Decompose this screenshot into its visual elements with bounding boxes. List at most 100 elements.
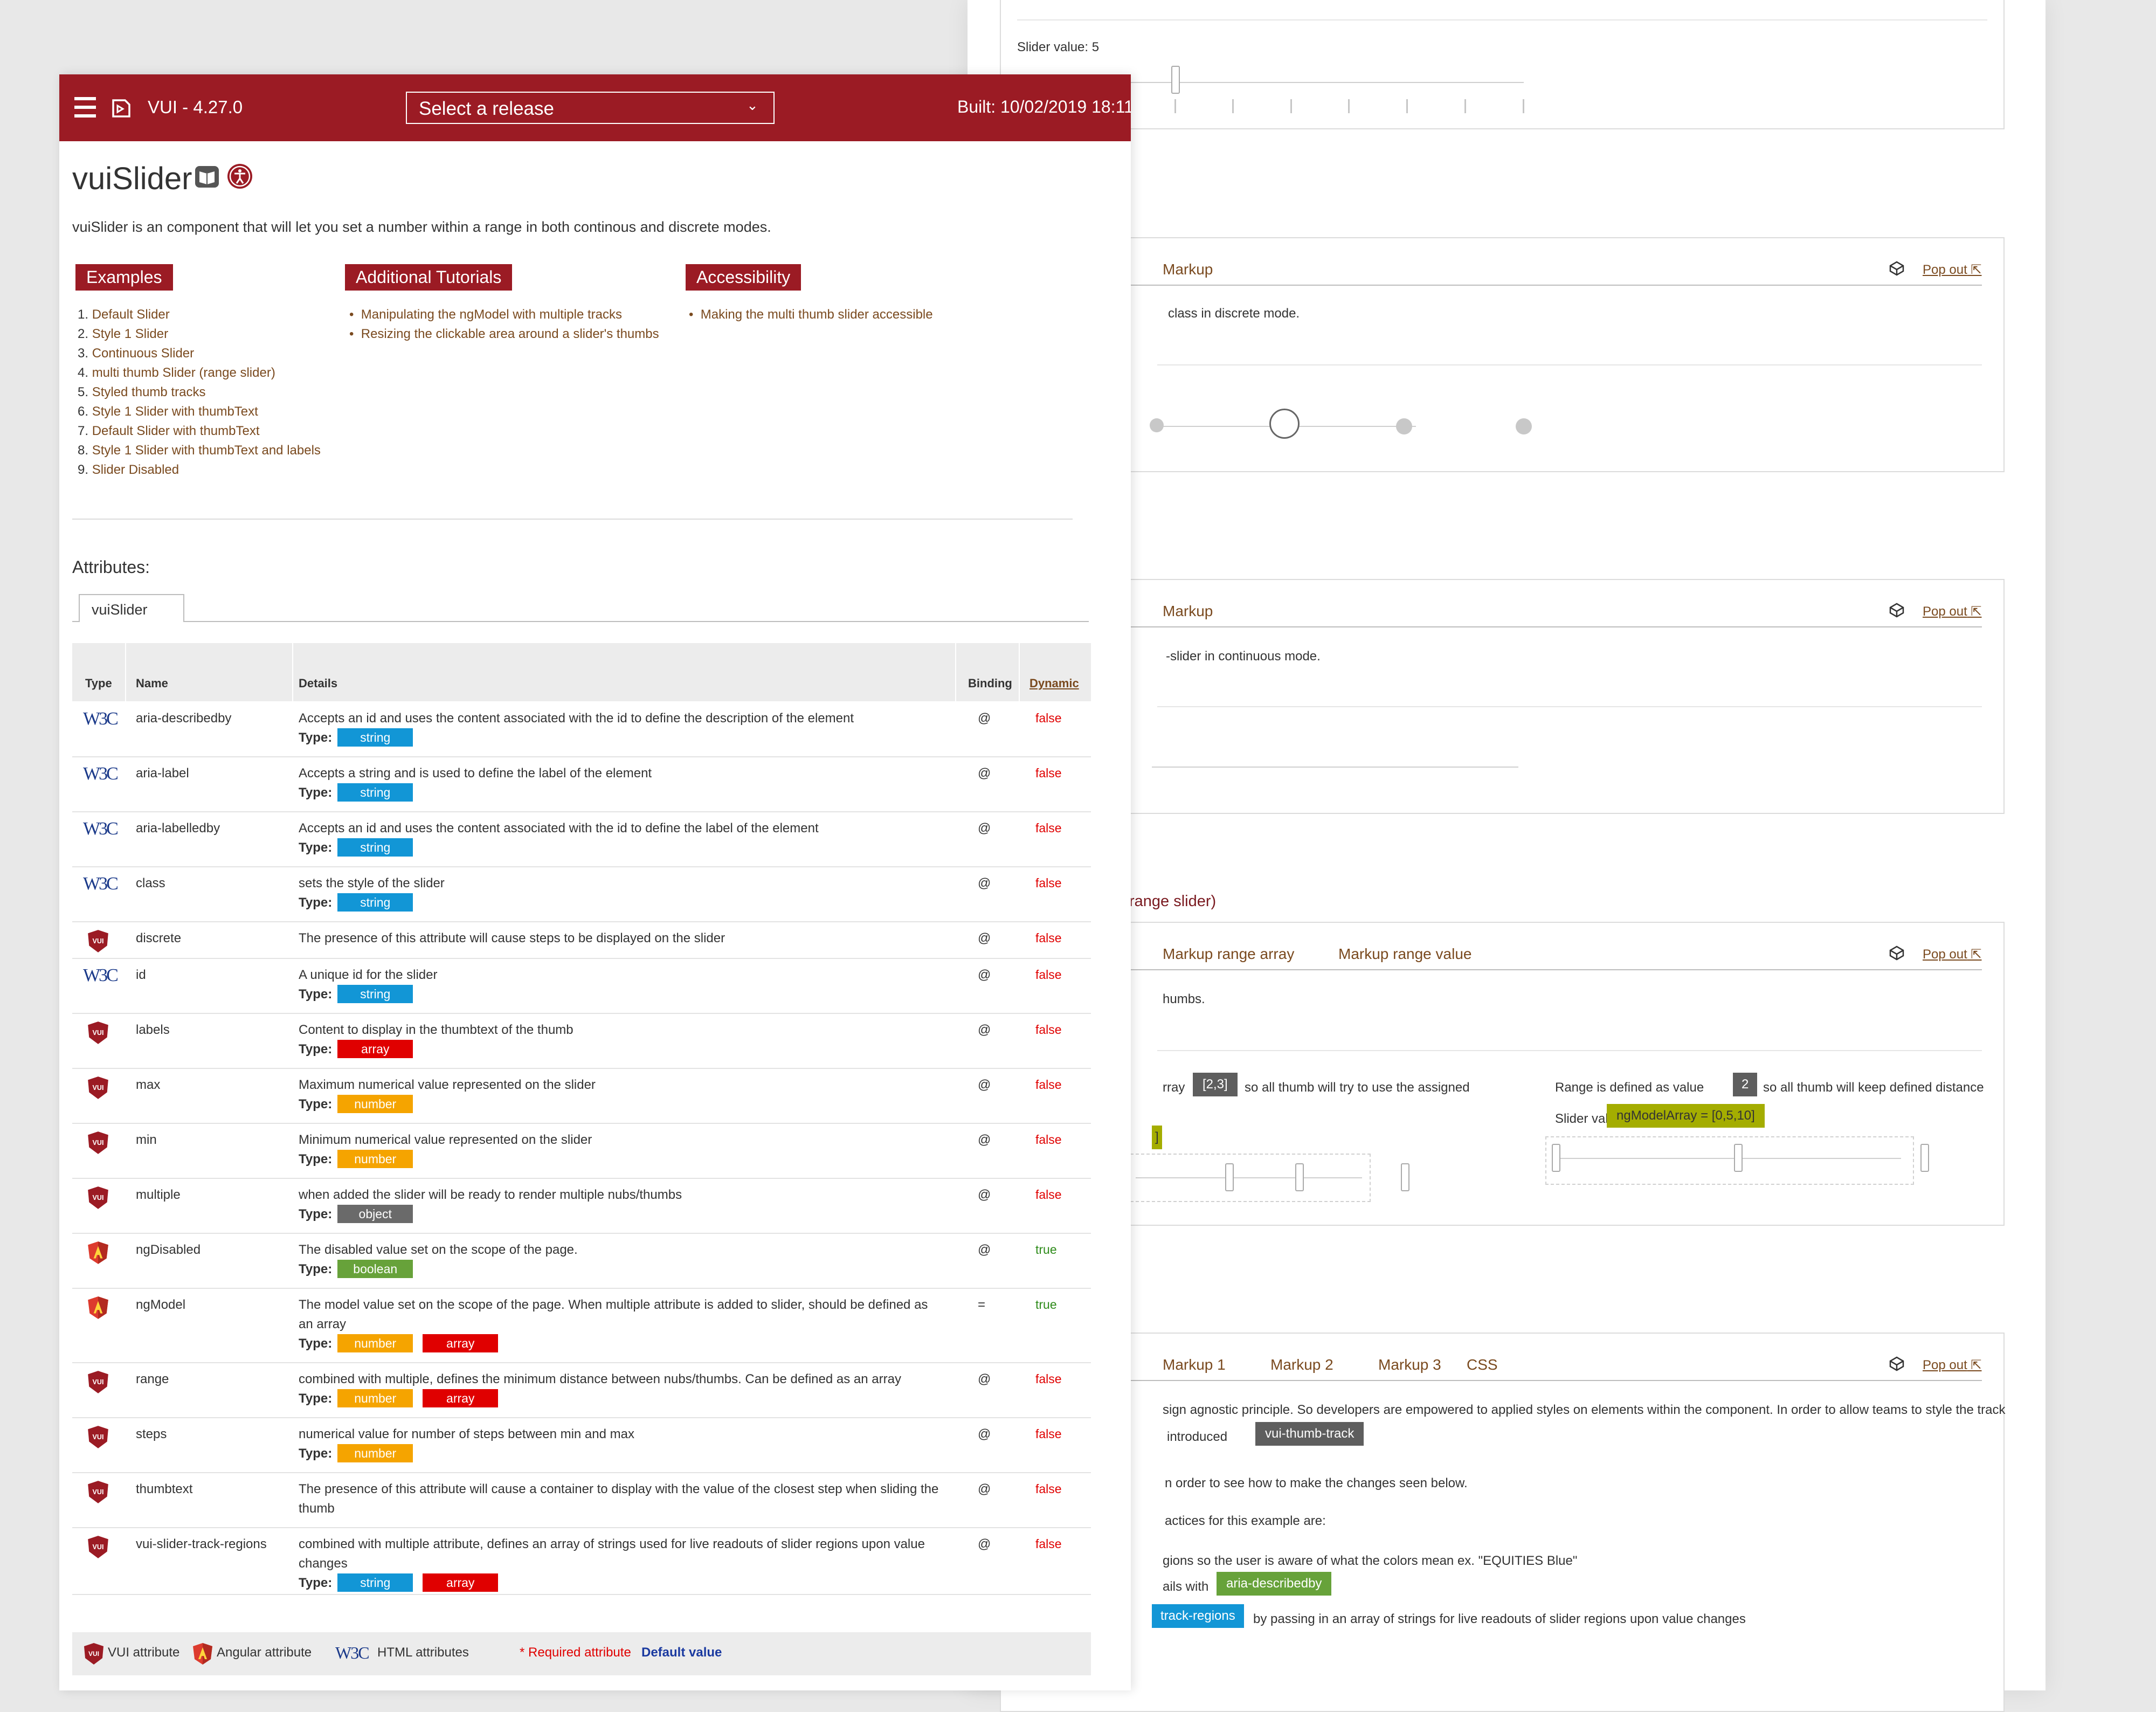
dynamic-value: false <box>1035 968 1062 982</box>
type-badge: number <box>337 1095 413 1113</box>
popout-link[interactable]: Pop out ⇱ <box>1923 947 1982 962</box>
column-header-type: Type <box>85 676 112 690</box>
dynamic-value: false <box>1035 1023 1062 1037</box>
attribute-name: range <box>136 1372 169 1386</box>
table-row: ngModel The model value set on the scope … <box>72 1288 1091 1363</box>
slider-thumb[interactable] <box>1734 1144 1743 1172</box>
release-select[interactable]: Select a release ⌄ <box>406 92 775 124</box>
tab-markup-3[interactable]: Markup 3 <box>1378 1356 1441 1373</box>
list-item[interactable]: 4. multi thumb Slider (range slider) <box>78 363 321 383</box>
attribute-name: steps <box>136 1427 167 1441</box>
type-badge: boolean <box>337 1260 413 1278</box>
type-label: Type: <box>299 1097 333 1112</box>
dynamic-value: true <box>1035 1242 1057 1257</box>
tab-markup-2[interactable]: Markup 2 <box>1270 1356 1333 1373</box>
binding-value: @ <box>978 1427 991 1441</box>
binding-value: @ <box>978 821 991 836</box>
attribute-description: The model value set on the scope of the … <box>299 1297 928 1331</box>
svg-text:VUI: VUI <box>93 937 104 945</box>
attributes-label: Attributes: <box>72 557 150 577</box>
styled-thumb-tracks-panel: Markup 1 Markup 2 Markup 3 CSS Pop out ⇱… <box>1000 1333 2006 1712</box>
dynamic-value: true <box>1035 1297 1057 1311</box>
list-item[interactable]: 9. Slider Disabled <box>78 460 321 480</box>
tab-css[interactable]: CSS <box>1467 1356 1498 1373</box>
popout-link[interactable]: Pop out ⇱ <box>1923 262 1982 278</box>
slider-thumb[interactable] <box>1225 1163 1234 1191</box>
list-item[interactable]: 1. Default Slider <box>78 305 321 325</box>
attribute-types: Type: string <box>299 893 945 913</box>
doc-window: VUI - 4.27.0 Select a release ⌄ Built: 1… <box>59 74 1131 1690</box>
tab-vuislider[interactable]: vuiSlider <box>79 594 184 622</box>
slider-thumb[interactable] <box>1269 409 1300 439</box>
table-row: VUI vui-slider-track-regions combined with… <box>72 1527 1091 1595</box>
codepen-icon[interactable] <box>1889 261 1904 276</box>
slider-thumb[interactable] <box>1171 66 1180 94</box>
binding-value: @ <box>978 1242 991 1257</box>
type-label: Type: <box>299 1262 333 1276</box>
vui-icon: VUI <box>83 1130 114 1154</box>
dynamic-value: false <box>1035 1482 1062 1496</box>
attribute-name: max <box>136 1078 161 1092</box>
table-row: W3C class sets the style of the slider Type… <box>72 866 1091 922</box>
reader-icon[interactable] <box>194 165 220 189</box>
range-value-text: Range is defined as value <box>1555 1080 1704 1095</box>
top-navbar: VUI - 4.27.0 Select a release ⌄ Built: 1… <box>59 74 1131 141</box>
attribute-details: Accepts an id and uses the content assoc… <box>299 819 945 858</box>
list-item[interactable]: 6. Style 1 Slider with thumbText <box>78 402 321 422</box>
slider-thumb[interactable] <box>1552 1144 1560 1172</box>
slider-track <box>1152 767 1518 768</box>
list-item[interactable]: 2. Style 1 Slider <box>78 325 321 344</box>
tab-markup[interactable]: Markup <box>1163 261 1213 278</box>
list-item[interactable]: 3. Continuous Slider <box>78 344 321 363</box>
list-item[interactable]: • Resizing the clickable area around a s… <box>349 325 659 344</box>
type-label: Type: <box>299 1391 333 1406</box>
attribute-details: Accepts a string and is used to define t… <box>299 764 945 803</box>
legend-required: * Required attribute <box>520 1645 631 1660</box>
codepen-icon[interactable] <box>1889 945 1904 961</box>
accessibility-icon[interactable] <box>226 163 253 190</box>
table-row: W3C aria-labelledby Accepts an id and uses… <box>72 811 1091 867</box>
dynamic-value: false <box>1035 821 1062 835</box>
attribute-details: Minimum numerical value represented on t… <box>299 1130 945 1169</box>
table-row: VUI range combined with multiple, defines … <box>72 1362 1091 1418</box>
list-item[interactable]: • Manipulating the ngModel with multiple… <box>349 305 659 325</box>
tab-markup-range-value[interactable]: Markup range value <box>1338 945 1471 963</box>
attribute-description: Content to display in the thumbtext of t… <box>299 1023 573 1037</box>
list-item[interactable]: 5. Styled thumb tracks <box>78 383 321 402</box>
legend-vui: VUI attribute <box>108 1645 180 1660</box>
range-value-badge: 2 <box>1733 1073 1758 1096</box>
codepen-icon[interactable] <box>1889 603 1904 618</box>
tab-markup[interactable]: Markup <box>1163 603 1213 620</box>
attribute-types: Type: string <box>299 728 945 748</box>
tab-markup-1[interactable]: Markup 1 <box>1163 1356 1226 1373</box>
table-header: Type Name Details Binding Dynamic <box>72 643 1091 701</box>
slider-thumb[interactable] <box>1920 1144 1929 1172</box>
slider-thumb[interactable] <box>1401 1163 1409 1191</box>
binding-value: = <box>978 1297 986 1312</box>
list-item[interactable]: 7. Default Slider with thumbText <box>78 422 321 441</box>
chevron-down-icon: ⌄ <box>747 97 758 113</box>
description-line: sign agnostic principle. So developers a… <box>1163 1403 2006 1417</box>
list-item[interactable]: 8. Style 1 Slider with thumbText and lab… <box>78 441 321 460</box>
list-item[interactable]: • Making the multi thumb slider accessib… <box>689 305 933 325</box>
description-line: ails with <box>1163 1579 1209 1594</box>
svg-text:VUI: VUI <box>93 1029 104 1037</box>
w3c-attribute-icon: W3C <box>335 1643 370 1662</box>
slider-value-badge: ngModelArray = [0,5,10] <box>1607 1104 1765 1128</box>
attribute-types: Type: array <box>299 1040 945 1059</box>
binding-value: @ <box>978 1188 991 1202</box>
codepen-icon[interactable] <box>1889 1356 1904 1371</box>
table-row: VUI discrete The presence of this attribut… <box>72 921 1091 959</box>
attribute-name: class <box>136 876 165 890</box>
popout-link[interactable]: Pop out ⇱ <box>1923 604 1982 619</box>
angular-attribute-icon <box>193 1643 212 1665</box>
slider-thumb[interactable] <box>1295 1163 1304 1191</box>
popout-link[interactable]: Pop out ⇱ <box>1923 1357 1982 1373</box>
dynamic-value: false <box>1035 1537 1062 1551</box>
column-header-dynamic[interactable]: Dynamic <box>1029 676 1079 691</box>
binding-value: @ <box>978 711 991 726</box>
legend-default: Default value <box>641 1645 722 1660</box>
tab-markup-range-array[interactable]: Markup range array <box>1163 945 1294 963</box>
release-select-value: Select a release <box>419 98 554 119</box>
menu-icon[interactable] <box>59 74 108 141</box>
